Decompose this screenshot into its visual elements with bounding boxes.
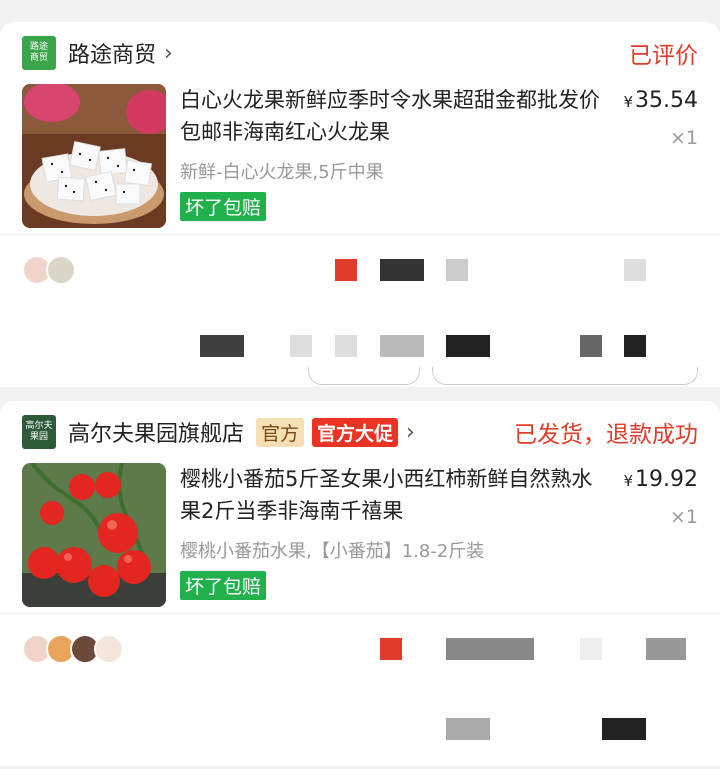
product-item[interactable]: 樱桃小番茄5斤圣女果小西红柿新鲜自然熟水果2斤当季非海南千禧果 樱桃小番茄水果,… [0, 463, 720, 613]
currency-symbol: ¥ [623, 93, 634, 111]
action-row [0, 684, 720, 766]
blurred-button[interactable] [290, 335, 312, 357]
product-title[interactable]: 樱桃小番茄5斤圣女果小西红柿新鲜自然熟水果2斤当季非海南千禧果 [180, 463, 610, 527]
avatar [94, 634, 124, 664]
blurred-button[interactable] [335, 335, 357, 357]
social-row[interactable] [0, 235, 720, 305]
guarantee-tag: 坏了包赔 [180, 192, 267, 221]
social-row[interactable] [0, 614, 720, 684]
currency-symbol: ¥ [623, 472, 634, 490]
blurred-content [580, 638, 602, 660]
blurred-content [446, 259, 468, 281]
official-badge: 官方 [256, 417, 305, 447]
blurred-button[interactable] [624, 335, 646, 357]
blurred-button[interactable] [446, 718, 490, 740]
blurred-content [380, 638, 402, 660]
top-gap [0, 0, 720, 22]
shop-header[interactable]: 路途 商贸 路途商贸 › 已评价 [0, 22, 720, 84]
blurred-content [624, 259, 646, 281]
shop-logo-text: 商贸 [29, 53, 48, 63]
shop-name[interactable]: 高尔夫果园旗舰店 [68, 416, 244, 448]
price-column: ¥35.54 ×1 [623, 88, 698, 149]
product-quantity: ×1 [669, 506, 698, 528]
price-column: ¥19.92 ×1 [623, 467, 698, 528]
blurred-button[interactable] [580, 335, 602, 357]
blurred-content [335, 259, 357, 281]
button-outline [432, 367, 698, 385]
price-value: 19.92 [635, 467, 698, 492]
product-image[interactable] [22, 463, 166, 607]
order-list-page: 路途 商贸 路途商贸 › 已评价 白心火龙果新鲜应季时令水果超甜金都批发价包邮非… [0, 0, 720, 769]
product-item[interactable]: 白心火龙果新鲜应季时令水果超甜金都批发价包邮非海南红心火龙果 新鲜-白心火龙果,… [0, 84, 720, 234]
blurred-button[interactable] [446, 335, 490, 357]
shop-logo-text: 路途 [29, 42, 48, 52]
shop-logo: 路途 商贸 [22, 36, 56, 70]
blurred-button[interactable] [602, 718, 646, 740]
chevron-right-icon: › [164, 40, 173, 66]
avatar-group [22, 255, 76, 285]
blurred-content [446, 638, 534, 660]
product-image[interactable] [22, 84, 166, 228]
shop-header[interactable]: 高尔夫 果园 高尔夫果园旗舰店 官方 官方大促 › 已发货，退款成功 [0, 401, 720, 463]
product-price: ¥19.92 [623, 467, 698, 492]
shop-logo-text: 高尔夫 [25, 421, 53, 431]
product-info: 樱桃小番茄5斤圣女果小西红柿新鲜自然熟水果2斤当季非海南千禧果 樱桃小番茄水果,… [180, 463, 610, 613]
order-status: 已发货，退款成功 [514, 422, 698, 448]
shop-name[interactable]: 路途商贸 [68, 37, 156, 69]
avatar-group [22, 634, 124, 664]
blurred-button[interactable] [380, 335, 424, 357]
shop-logo-text: 果园 [29, 432, 48, 442]
blurred-button[interactable] [200, 335, 244, 357]
product-spec: 新鲜-白心火龙果,5斤中果 [180, 162, 384, 183]
action-row [0, 305, 720, 387]
guarantee-tag: 坏了包赔 [180, 571, 267, 600]
avatar [46, 255, 76, 285]
promo-badge: 官方大促 [312, 417, 399, 447]
chevron-right-icon: › [406, 419, 415, 445]
order-card[interactable]: 路途 商贸 路途商贸 › 已评价 白心火龙果新鲜应季时令水果超甜金都批发价包邮非… [0, 22, 720, 387]
order-card[interactable]: 高尔夫 果园 高尔夫果园旗舰店 官方 官方大促 › 已发货，退款成功 樱桃小番茄… [0, 401, 720, 766]
product-spec: 樱桃小番茄水果,【小番茄】1.8-2斤装 [180, 541, 485, 562]
product-price: ¥35.54 [623, 88, 698, 113]
shop-logo: 高尔夫 果园 [22, 415, 56, 449]
price-value: 35.54 [635, 88, 698, 113]
blurred-content [646, 638, 686, 660]
product-quantity: ×1 [669, 127, 698, 149]
product-info: 白心火龙果新鲜应季时令水果超甜金都批发价包邮非海南红心火龙果 新鲜-白心火龙果,… [180, 84, 610, 234]
order-status: 已评价 [629, 43, 698, 69]
blurred-content [380, 259, 424, 281]
product-title[interactable]: 白心火龙果新鲜应季时令水果超甜金都批发价包邮非海南红心火龙果 [180, 84, 610, 148]
button-outline [308, 367, 420, 385]
